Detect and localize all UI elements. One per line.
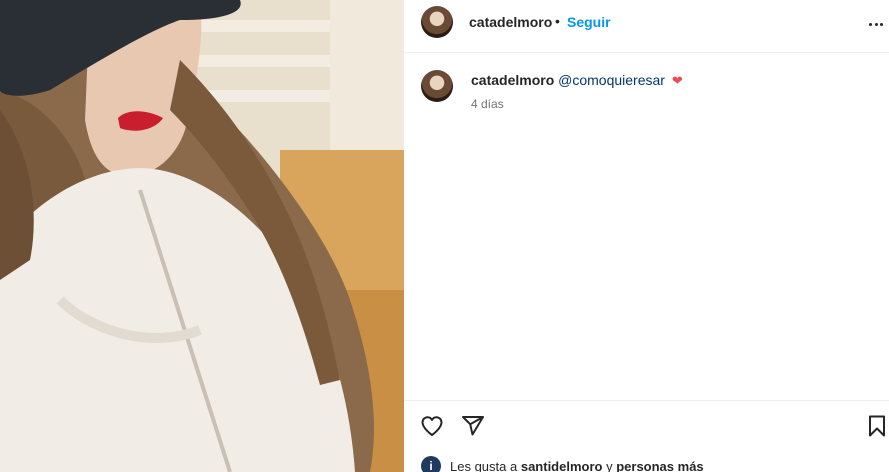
likes-summary[interactable]: i Les gusta a santidelmoro y personas má…: [421, 456, 704, 472]
post-actions: [404, 400, 889, 452]
post-detail-panel: catadelmoro • Seguir catadelmoro @comoqu…: [404, 0, 889, 472]
liker-avatar: i: [421, 456, 441, 472]
header-separator: •: [555, 13, 560, 29]
likes-others[interactable]: personas más: [616, 459, 703, 472]
post-photo[interactable]: [0, 0, 404, 472]
caption-text: catadelmoro @comoquieresar ❤: [471, 72, 683, 89]
liker-username[interactable]: santidelmoro: [521, 459, 603, 472]
paper-plane-icon[interactable]: [460, 413, 486, 439]
caption-mention[interactable]: @comoquieresar: [558, 72, 665, 88]
caption-username[interactable]: catadelmoro: [471, 72, 554, 88]
likes-prefix: Les gusta a: [450, 458, 518, 472]
header-username[interactable]: catadelmoro: [469, 14, 552, 30]
likes-conjunction: y: [606, 458, 613, 472]
header-avatar[interactable]: [421, 6, 453, 38]
heart-icon[interactable]: [419, 413, 445, 439]
post-header: catadelmoro • Seguir: [404, 0, 889, 53]
follow-button[interactable]: Seguir: [567, 14, 611, 30]
caption-timestamp[interactable]: 4 días: [471, 97, 504, 111]
more-options-icon[interactable]: [866, 14, 886, 34]
caption-avatar[interactable]: [421, 70, 453, 102]
heart-emoji: ❤: [671, 73, 683, 88]
bookmark-icon[interactable]: [864, 413, 889, 439]
post-photo-image: [0, 0, 404, 472]
